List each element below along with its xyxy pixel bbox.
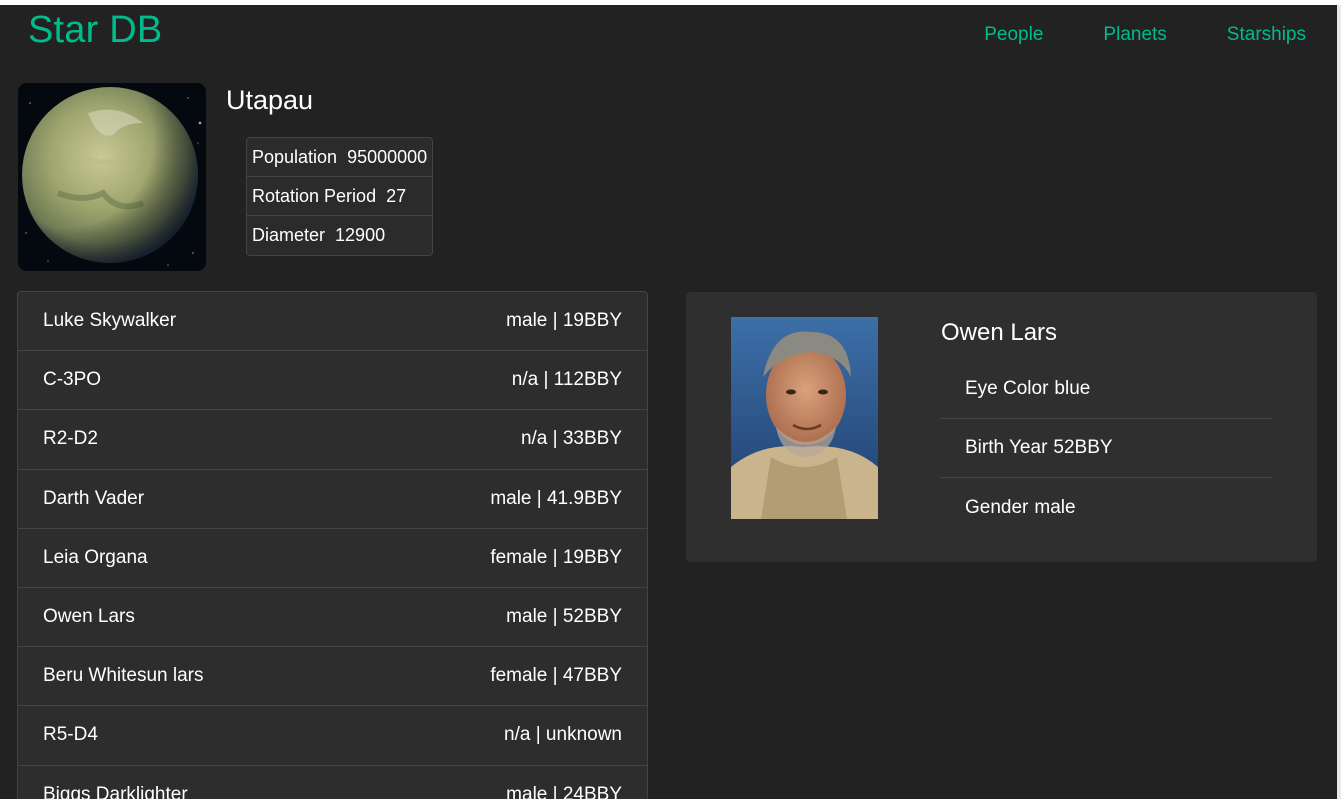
nav-link-starships[interactable]: Starships [1227, 24, 1306, 46]
people-list-item[interactable]: Biggs Darklighter male | 24BBY [18, 766, 647, 799]
people-list-item[interactable]: Owen Lars male | 52BBY [18, 588, 647, 648]
person-info: male | 24BBY [506, 783, 622, 799]
person-info: male | 19BBY [506, 310, 622, 332]
detail-value: male [1034, 496, 1076, 518]
people-list-item[interactable]: Darth Vader male | 41.9BBY [18, 470, 647, 529]
person-detail-row: Eye Color blue [940, 360, 1272, 419]
detail-term: Population [252, 146, 338, 167]
person-detail-row: Birth Year 52BBY [940, 419, 1272, 478]
planet-image [18, 83, 206, 271]
nav-link-people[interactable]: People [984, 24, 1043, 46]
planet-detail-row: Diameter 12900 [247, 216, 432, 255]
people-list-item[interactable]: R5-D4 n/a | unknown [18, 706, 647, 766]
planet-detail-row: Rotation Period 27 [247, 177, 433, 216]
people-list-item[interactable]: Luke Skywalker male | 19BBY [18, 292, 647, 352]
person-name: Owen Lars [43, 606, 135, 628]
person-details-name: Owen Lars [941, 319, 1058, 346]
person-image [731, 317, 878, 519]
main-nav: People Planets Starships [924, 24, 1306, 46]
detail-value: 95000000 [347, 146, 428, 167]
person-info: male | 52BBY [506, 606, 622, 628]
person-name: R2-D2 [43, 428, 98, 450]
person-name: Leia Organa [43, 546, 148, 568]
person-name: Beru Whitesun lars [43, 665, 204, 687]
planet-detail-row: Population 95000000 [247, 138, 433, 177]
brand-logo-link[interactable]: Star DB [28, 9, 162, 52]
detail-term: Birth Year [965, 437, 1048, 458]
detail-value: blue [1054, 378, 1091, 399]
person-name: Darth Vader [43, 487, 145, 509]
person-name: Luke Skywalker [43, 310, 177, 332]
detail-value: 27 [386, 185, 407, 206]
person-info: n/a | 112BBY [511, 369, 622, 391]
person-info: female | 19BBY [490, 546, 622, 568]
person-details-list: Eye Color blue Birth Year 52BBY Gender m… [940, 360, 1272, 537]
detail-term: Gender [965, 496, 1029, 518]
detail-term: Eye Color [965, 378, 1049, 399]
person-info: male | 41.9BBY [490, 487, 622, 509]
detail-value: 12900 [335, 225, 386, 245]
nav-link-planets[interactable]: Planets [1103, 24, 1166, 46]
people-list-item[interactable]: C-3PO n/a | 112BBY [18, 351, 647, 411]
detail-term: Diameter [252, 225, 326, 245]
person-info: female | 47BBY [490, 665, 622, 687]
detail-value: 52BBY [1053, 437, 1113, 458]
detail-term: Rotation Period [252, 185, 377, 206]
people-list-item[interactable]: Beru Whitesun lars female | 47BBY [18, 647, 647, 707]
person-name: Biggs Darklighter [43, 783, 188, 799]
planet-details-list: Population 95000000 Rotation Period 27 D… [246, 137, 434, 256]
person-info: n/a | 33BBY [520, 428, 622, 450]
person-details-card: Owen Lars Eye Color blue Birth Year 52BB… [686, 292, 1317, 562]
planet-name: Utapau [226, 85, 314, 115]
person-name: R5-D4 [43, 724, 98, 746]
scrollbar[interactable] [1337, 5, 1341, 799]
people-list-item[interactable]: R2-D2 n/a | 33BBY [18, 410, 647, 470]
person-info: n/a | unknown [504, 724, 622, 746]
people-list: Luke Skywalker male | 19BBY C-3PO n/a | … [17, 291, 648, 799]
person-detail-row: Gender male [940, 478, 1272, 537]
person-name: C-3PO [43, 369, 102, 391]
people-list-item[interactable]: Leia Organa female | 19BBY [18, 529, 647, 588]
